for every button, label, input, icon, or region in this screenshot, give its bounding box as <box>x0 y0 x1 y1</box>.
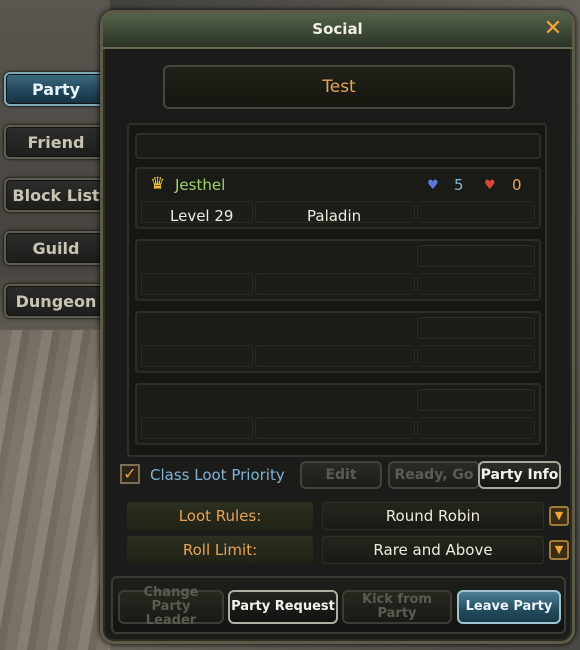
empty-cell <box>141 345 253 367</box>
party-name-field: Test <box>163 65 515 109</box>
red-heart-icon: ♥ <box>484 178 496 193</box>
change-party-leader-button[interactable]: Change Party Leader <box>118 586 224 628</box>
extra-cell <box>417 201 535 223</box>
edit-button[interactable]: Edit <box>300 461 382 489</box>
loot-rules-label: Loot Rules: <box>127 502 313 530</box>
empty-cell <box>141 273 253 295</box>
tab-friend[interactable]: Friend <box>4 125 108 159</box>
tab-block-list-label: Block List <box>12 185 100 205</box>
empty-cell <box>255 273 415 295</box>
empty-cell <box>417 389 535 411</box>
empty-cell <box>141 417 253 439</box>
kick-from-party-button[interactable]: Kick from Party <box>342 590 452 624</box>
tab-dungeon-label: Dungeon <box>15 291 97 311</box>
empty-cell <box>255 345 415 367</box>
party-info-button[interactable]: Party Info <box>478 461 561 489</box>
member-class: Paladin <box>307 207 362 225</box>
party-member-list: ♛ Jesthel ♥ 5 ♥ 0 Level 29 Paladin <box>127 123 547 457</box>
tab-block-list[interactable]: Block List <box>4 178 108 212</box>
party-actions-bar: Change Party Leader Party Request Kick f… <box>111 576 566 634</box>
blue-stat-value: 5 <box>454 176 464 194</box>
change-party-leader-label: Change Party Leader <box>143 585 199 628</box>
party-name-text: Test <box>322 77 356 97</box>
roll-limit-row: Roll Limit: Rare and Above ▼ <box>127 536 569 564</box>
loot-rules-label-text: Loot Rules: <box>178 507 262 525</box>
empty-cell <box>417 273 535 295</box>
leave-party-button[interactable]: Leave Party <box>457 590 561 624</box>
loot-rules-row: Loot Rules: Round Robin ▼ <box>127 502 569 530</box>
empty-member-slot[interactable] <box>135 383 541 445</box>
party-request-button[interactable]: Party Request <box>228 590 338 624</box>
roll-limit-label: Roll Limit: <box>127 536 313 564</box>
edit-button-label: Edit <box>325 467 357 483</box>
roll-limit-select[interactable]: Rare and Above <box>322 536 544 564</box>
list-header-row <box>135 133 541 159</box>
ready-go-label: Ready, Go <box>394 467 474 483</box>
empty-cell <box>417 317 535 339</box>
window-title: Social <box>312 20 363 38</box>
empty-cell <box>417 245 535 267</box>
tab-guild-label: Guild <box>32 238 80 258</box>
class-loot-priority-checkbox[interactable]: ✓ <box>120 464 140 484</box>
roll-limit-value: Rare and Above <box>373 541 493 559</box>
title-bar[interactable]: Social ✕ <box>103 13 572 49</box>
class-loot-priority-label: Class Loot Priority <box>150 466 285 484</box>
chevron-down-icon[interactable]: ▼ <box>549 540 569 560</box>
tab-dungeon[interactable]: Dungeon <box>4 284 108 318</box>
tab-party[interactable]: Party <box>4 72 108 106</box>
red-stat-value: 0 <box>512 176 522 194</box>
ready-go-button[interactable]: Ready, Go <box>388 461 480 489</box>
chevron-down-icon[interactable]: ▼ <box>549 506 569 526</box>
kick-from-party-label: Kick from Party <box>362 592 432 621</box>
tab-friend-label: Friend <box>27 132 85 152</box>
party-request-label: Party Request <box>231 599 335 614</box>
leave-party-label: Leave Party <box>465 599 553 614</box>
member-name: Jesthel <box>175 176 226 194</box>
tab-party-label: Party <box>31 79 81 99</box>
close-icon[interactable]: ✕ <box>542 18 564 40</box>
loot-rules-value: Round Robin <box>385 507 481 525</box>
blue-heart-icon: ♥ <box>427 178 439 193</box>
empty-cell <box>255 417 415 439</box>
party-info-label: Party Info <box>480 467 559 483</box>
empty-member-slot[interactable] <box>135 311 541 373</box>
social-window: Social ✕ Test ♛ Jesthel ♥ 5 ♥ 0 Level 29… <box>100 10 575 644</box>
loot-rules-select[interactable]: Round Robin <box>322 502 544 530</box>
member-level: Level 29 <box>170 207 234 225</box>
roll-limit-label-text: Roll Limit: <box>182 541 258 559</box>
empty-cell <box>417 417 535 439</box>
tab-guild[interactable]: Guild <box>4 231 108 265</box>
background-stone <box>0 330 110 650</box>
empty-member-slot[interactable] <box>135 239 541 301</box>
crown-icon: ♛ <box>150 174 166 194</box>
empty-cell <box>417 345 535 367</box>
